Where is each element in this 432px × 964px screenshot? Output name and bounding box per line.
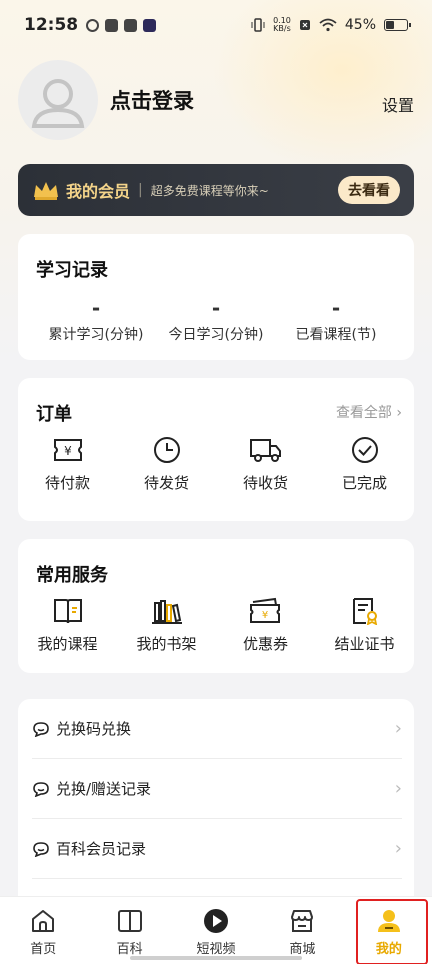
vip-banner[interactable]: 我的会员 | 超多免费课程等你来~ 去看看: [18, 164, 414, 216]
crown-icon: [34, 182, 58, 200]
svg-text:¥: ¥: [64, 444, 72, 458]
view-all-label: 查看全部: [335, 405, 392, 421]
list-item-redeem-code[interactable]: 兑换码兑换 ›: [32, 699, 402, 759]
tab-encyclopedia[interactable]: 百科: [86, 897, 172, 964]
list-item-vip-records[interactable]: 百科会员记录 ›: [32, 819, 402, 879]
service-certificates[interactable]: 结业证书: [315, 597, 414, 654]
order-status-grid: ¥ 待付款 待发货 待收货 已完成: [18, 436, 414, 493]
stat-courses-watched[interactable]: - 已看课程(节): [270, 296, 402, 344]
stat-label: 今日学习(分钟): [168, 327, 264, 343]
tab-shop[interactable]: 商城: [259, 897, 345, 964]
notification-app-icon: [143, 18, 157, 32]
stat-value: -: [91, 296, 101, 320]
wifi-icon: [319, 18, 337, 32]
study-record-card: 学习记录 - 累计学习(分钟) - 今日学习(分钟) - 已看课程(节): [18, 234, 414, 360]
vibrate-icon: [251, 18, 265, 32]
orders-title: 订单: [36, 404, 72, 425]
chat-bubble-icon: [33, 721, 49, 737]
play-circle-icon: [204, 909, 229, 933]
truck-icon: [249, 439, 281, 462]
check-circle-icon: [351, 437, 378, 463]
profile-header: 点击登录 设置: [18, 60, 414, 140]
service-coupons[interactable]: ¥ 优惠券: [216, 597, 315, 654]
chat-bubble-icon: [33, 781, 49, 797]
order-status-label: 已完成: [341, 474, 387, 492]
stat-value: -: [211, 296, 221, 320]
view-all-orders-link[interactable]: 查看全部 ›: [336, 402, 402, 422]
service-label: 优惠券: [242, 635, 288, 653]
service-label: 我的课程: [37, 635, 98, 653]
home-indicator: [130, 956, 302, 960]
list-item-label: 兑换码兑换: [56, 720, 132, 738]
chevron-right-icon: ›: [396, 405, 402, 421]
stat-total-minutes[interactable]: - 累计学习(分钟): [30, 296, 162, 344]
stat-label: 已看课程(节): [295, 327, 377, 343]
clock-icon: [153, 437, 180, 463]
status-notification-icons: [86, 18, 157, 32]
settings-button[interactable]: 设置: [382, 92, 414, 116]
tab-label: 百科: [116, 942, 143, 957]
login-link[interactable]: 点击登录: [110, 85, 194, 115]
stat-value: -: [331, 296, 341, 320]
tab-label: 首页: [30, 942, 57, 957]
chevron-right-icon: ›: [394, 778, 402, 799]
service-my-courses[interactable]: 我的课程: [18, 597, 117, 654]
sim-icon: [299, 20, 310, 30]
list-item-gift-records[interactable]: 兑换/赠送记录 ›: [32, 759, 402, 819]
services-card: 常用服务 我的课程 我的书架 ¥ 优惠券 结业证书: [18, 539, 414, 673]
order-pending-receipt[interactable]: 待收货: [216, 436, 315, 493]
order-pending-shipment[interactable]: 待发货: [117, 436, 216, 493]
bookshelf-icon: [151, 600, 182, 624]
active-tab-highlight: [356, 899, 428, 964]
orders-card: 订单 查看全部 › ¥ 待付款 待发货 待收货 已完成: [18, 378, 414, 521]
tab-label: 短视频: [196, 942, 236, 957]
list-item-label: 百科会员记录: [56, 840, 147, 858]
default-avatar-icon: [31, 79, 85, 128]
service-label: 我的书架: [136, 635, 197, 653]
services-grid: 我的课程 我的书架 ¥ 优惠券 结业证书: [18, 597, 414, 654]
list-item-label: 兑换/赠送记录: [56, 780, 152, 798]
tab-label: 商城: [289, 942, 316, 957]
chevron-right-icon: ›: [394, 718, 402, 739]
services-title: 常用服务: [36, 565, 108, 586]
battery-icon: [384, 19, 411, 31]
home-icon: [32, 910, 55, 932]
chevron-right-icon: ›: [394, 838, 402, 859]
tab-home[interactable]: 首页: [0, 897, 86, 964]
settings-list-card: 兑换码兑换 › 兑换/赠送记录 › 百科会员记录 ›: [18, 699, 414, 909]
order-status-label: 待付款: [44, 474, 90, 492]
avatar[interactable]: [18, 60, 98, 140]
vip-title: 我的会员: [66, 182, 131, 201]
stat-today-minutes[interactable]: - 今日学习(分钟): [150, 296, 282, 344]
certificate-icon: [352, 598, 377, 625]
notification-app-icon: [86, 18, 100, 32]
notification-app-icon: [105, 18, 119, 32]
network-speed: 0.10 KB/s: [273, 17, 291, 33]
service-label: 结业证书: [334, 635, 395, 653]
vip-view-button[interactable]: 去看看: [338, 176, 400, 204]
stat-label: 累计学习(分钟): [48, 327, 144, 343]
order-completed[interactable]: 已完成: [315, 436, 414, 493]
order-status-label: 待发货: [143, 474, 189, 492]
service-my-bookshelf[interactable]: 我的书架: [117, 597, 216, 654]
order-status-label: 待收货: [242, 474, 288, 492]
status-bar: 12:58 0.10 KB/s 45%: [0, 0, 432, 50]
chat-bubble-icon: [33, 841, 49, 857]
battery-percent: 45%: [344, 17, 376, 33]
study-record-title: 学习记录: [36, 260, 108, 281]
vip-subtitle: 超多免费课程等你来~: [150, 183, 269, 198]
vip-separator: |: [138, 182, 143, 198]
coupon-icon: ¥: [249, 597, 280, 623]
svg-text:¥: ¥: [261, 610, 267, 621]
order-pending-payment[interactable]: ¥ 待付款: [18, 436, 117, 493]
status-time: 12:58: [24, 15, 79, 35]
ticket-yen-icon: ¥: [53, 439, 82, 461]
book-icon: [53, 599, 82, 624]
shop-icon: [291, 910, 314, 932]
network-speed-unit: KB/s: [273, 24, 291, 33]
tab-short-video[interactable]: 短视频: [173, 897, 259, 964]
notification-app-icon: [124, 18, 138, 32]
book-open-icon: [117, 910, 142, 932]
